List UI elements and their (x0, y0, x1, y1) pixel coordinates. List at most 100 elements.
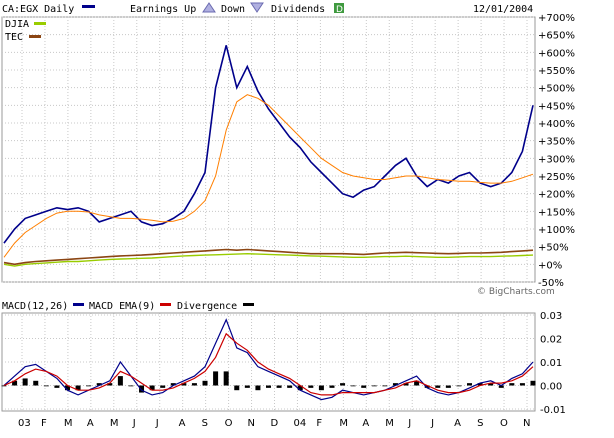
divergence-bar (223, 371, 229, 386)
divergence-bar (361, 385, 367, 388)
divergence-bar (445, 385, 451, 388)
price-tick-label: +400% (538, 119, 575, 130)
divergence-bar (191, 383, 197, 386)
divergence-bar (33, 380, 39, 386)
legend-djia-swatch (34, 22, 46, 25)
macd-tick-label: 0.00 (540, 382, 562, 393)
month-tick-label: 04 (293, 418, 306, 429)
price-tick-label: +450% (538, 101, 575, 112)
divergence-bar (22, 378, 28, 386)
legend-tec-swatch (29, 35, 41, 38)
divergence-bar (371, 385, 377, 387)
month-tick-label: D (271, 418, 279, 429)
price-legend-swatch (82, 5, 95, 8)
divergence-bar (266, 385, 271, 388)
price-axis: +700% +650% +600% +550% +500% +450% +400% +350%… (538, 13, 575, 289)
divergence-bar (213, 371, 219, 386)
price-tick-label: +650% (538, 31, 575, 42)
series-line-caegx (3, 45, 534, 244)
divergence-bar (244, 385, 250, 388)
divergence-bar (340, 383, 346, 386)
price-tick-label: +0% (538, 260, 562, 271)
macd-ema-label: MACD EMA(9) (89, 301, 155, 312)
month-tick-label: 03 (18, 418, 31, 429)
price-grid (2, 16, 535, 411)
price-plot (3, 45, 534, 267)
dividend-icon-letter: D (336, 5, 343, 15)
stock-chart: CA:EGX Daily Earnings Up Down Dividends … (1, 2, 575, 429)
month-tick-label: M (110, 418, 119, 429)
price-tick-label: +250% (538, 172, 575, 183)
price-panel (1, 16, 536, 283)
macd-swatch (73, 303, 84, 306)
divergence-bar (43, 385, 49, 387)
divergence-bar (456, 385, 462, 387)
divergence-bar (435, 385, 441, 388)
divergence-bar (329, 385, 335, 388)
price-tick-label: +700% (538, 13, 575, 24)
macd-grid (2, 314, 535, 410)
divergence-bar (467, 383, 473, 386)
month-tick-label: A (362, 418, 369, 429)
divergence-bar (530, 380, 536, 386)
month-tick-label: S (477, 418, 483, 429)
divergence-bar (382, 385, 388, 387)
month-tick-label: J (407, 418, 411, 429)
macd-tick-label: 0.01 (540, 358, 562, 369)
divergence-bar (202, 380, 208, 386)
legend-djia: DJIA (5, 19, 29, 30)
down-label: Down (221, 4, 245, 15)
earnings-up-icon (202, 2, 216, 13)
price-tick-label: +500% (538, 84, 575, 95)
earnings-down-icon (250, 2, 264, 13)
month-tick-label: O (500, 418, 508, 429)
macd-tick-label: 0.03 (540, 311, 562, 322)
month-tick-label: M (64, 418, 73, 429)
month-tick-label: A (179, 418, 186, 429)
divergence-bar (54, 385, 60, 388)
divergence-bar (128, 385, 134, 387)
earnings-up-label: Earnings Up (130, 4, 196, 15)
month-tick-label: M (339, 418, 348, 429)
macd-tick-label: 0.02 (540, 335, 562, 346)
divergence-bar (86, 385, 92, 387)
time-axis: 03 F M A M J J A S O N D 04 F M A M J J A S O N (18, 418, 530, 429)
price-tick-label: +350% (538, 137, 575, 148)
divergence-bar (255, 385, 261, 391)
macd-axis: 0.03 0.02 0.01 0.00 -0.01 (540, 311, 566, 416)
price-tick-label: +150% (538, 207, 575, 218)
month-tick-label: O (225, 418, 233, 429)
month-tick-label: J (155, 418, 159, 429)
divergence-bar (117, 376, 123, 386)
month-tick-label: N (523, 418, 530, 429)
month-tick-label: J (430, 418, 434, 429)
price-tick-label: +100% (538, 225, 575, 236)
price-tick-label: +300% (538, 154, 575, 165)
macd-label: MACD(12,26) (2, 301, 68, 312)
chart-date: 12/01/2004 (473, 4, 533, 15)
price-tick-label: +550% (538, 66, 575, 77)
divergence-label: Divergence (177, 301, 237, 312)
price-tick-label: +50% (538, 243, 569, 254)
macd-tick-label: -0.01 (540, 405, 566, 416)
ema-swatch (160, 303, 171, 306)
month-tick-label: N (248, 418, 255, 429)
divergence-bar (509, 383, 515, 386)
divergence-bar (519, 383, 525, 386)
divergence-bar (287, 385, 293, 388)
price-tick-label: +600% (538, 48, 575, 59)
month-tick-label: J (132, 418, 136, 429)
macd-plot (1, 318, 536, 401)
divergence-bar (160, 385, 166, 388)
divergence-bar (350, 385, 356, 387)
month-tick-label: M (385, 418, 394, 429)
month-tick-label: F (316, 418, 322, 429)
month-tick-label: A (87, 418, 94, 429)
month-tick-label: F (41, 418, 47, 429)
divergence-bar (318, 385, 324, 391)
divergence-bar (276, 385, 282, 388)
legend-tec: TEC (5, 32, 23, 43)
symbol-title: CA:EGX Daily (2, 4, 74, 15)
dividends-label: Dividends (271, 4, 325, 15)
divergence-bar (308, 385, 314, 388)
